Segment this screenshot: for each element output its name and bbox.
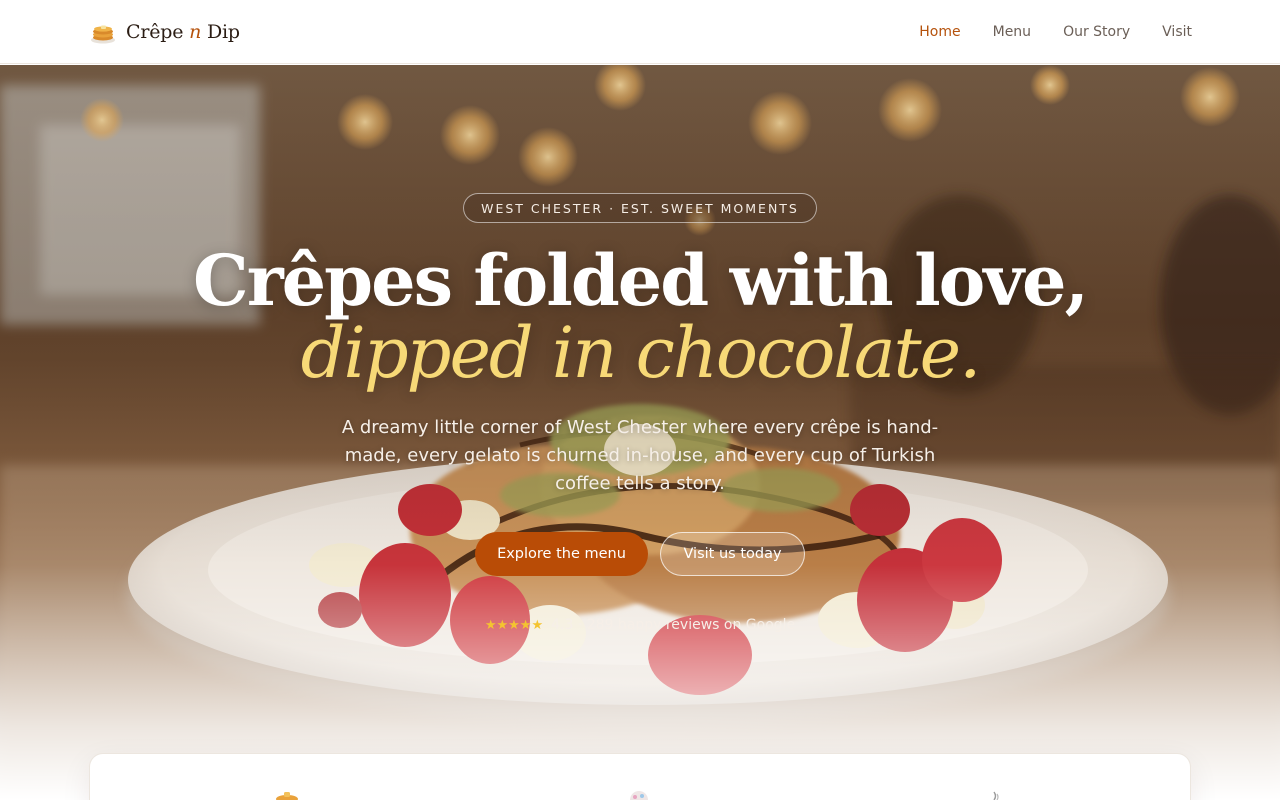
gelato-icon bbox=[630, 791, 648, 800]
visit-us-button[interactable]: Visit us today bbox=[660, 532, 805, 576]
location-eyebrow: WEST CHESTER · EST. SWEET MOMENTS bbox=[463, 193, 817, 223]
hero-headline: Crêpes folded with love, bbox=[193, 239, 1089, 322]
explore-menu-button[interactable]: Explore the menu bbox=[475, 532, 648, 576]
hero-headline-accent: dipped in chocolate. bbox=[300, 312, 982, 394]
hero-subtitle: A dreamy little corner of West Chester w… bbox=[341, 417, 939, 494]
top-navigation: Crêpe n Dip Home Menu Our Story Visit bbox=[0, 0, 1280, 64]
brand-logo[interactable]: Crêpe n Dip bbox=[90, 19, 240, 45]
rating-text: 4.3 · 289 happy reviews on Google bbox=[551, 617, 796, 633]
nav-links: Home Menu Our Story Visit bbox=[919, 24, 1192, 40]
coffee-icon bbox=[993, 791, 999, 800]
hero-section: WEST CHESTER · EST. SWEET MOMENTS Crêpes… bbox=[0, 65, 1280, 800]
nav-link-our-story[interactable]: Our Story bbox=[1063, 24, 1130, 40]
rating-stars-icon: ★★★★★ bbox=[484, 617, 544, 633]
nav-link-menu[interactable]: Menu bbox=[993, 24, 1031, 40]
nav-link-visit[interactable]: Visit bbox=[1162, 24, 1192, 40]
pancake-icon bbox=[91, 25, 115, 43]
brand-name: Crêpe n Dip bbox=[126, 20, 240, 43]
nav-link-home[interactable]: Home bbox=[919, 24, 960, 40]
features-card bbox=[89, 753, 1191, 800]
google-rating: ★★★★★ 4.3 · 289 happy reviews on Google bbox=[0, 617, 1280, 633]
pancake-icon bbox=[276, 792, 298, 800]
